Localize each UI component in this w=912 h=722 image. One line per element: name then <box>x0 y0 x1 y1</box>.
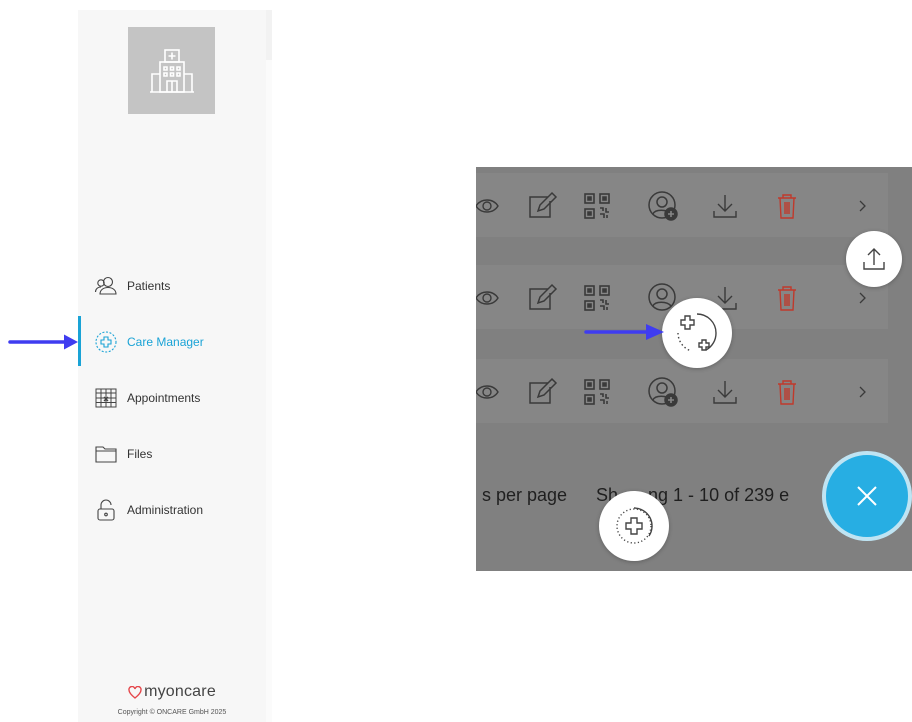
edit-icon[interactable] <box>524 189 558 223</box>
folder-icon <box>94 442 118 466</box>
brand-logo: myoncare <box>78 683 266 704</box>
per-page-label: s per page <box>482 485 568 505</box>
annotation-arrow-icon <box>584 324 664 340</box>
qr-code-icon[interactable] <box>580 189 614 223</box>
screenshot: Patients Care Manager Appointments Files… <box>0 0 912 722</box>
care-manager-icon <box>94 330 118 354</box>
delete-icon[interactable] <box>770 375 804 409</box>
hospital-icon <box>149 48 194 93</box>
care-manager-action-button[interactable] <box>662 298 732 368</box>
sidebar-item-files[interactable]: Files <box>78 426 266 482</box>
care-manager-loading-button[interactable] <box>599 491 669 561</box>
header-notch <box>266 10 272 60</box>
chevron-right-icon[interactable] <box>846 189 880 223</box>
patients-icon <box>94 274 118 298</box>
upload-icon <box>863 248 885 270</box>
care-manager-icon <box>616 507 653 544</box>
sidebar-item-administration[interactable]: Administration <box>78 482 266 538</box>
sidebar-item-label: Patients <box>127 279 171 293</box>
edit-icon[interactable] <box>524 375 558 409</box>
sidebar-item-label: Files <box>127 447 153 461</box>
delete-icon[interactable] <box>770 189 804 223</box>
upload-button[interactable] <box>846 231 902 287</box>
sidebar-item-care-manager[interactable]: Care Manager <box>78 314 266 370</box>
download-icon[interactable] <box>708 189 742 223</box>
copyright-text: Copyright © ONCARE GmbH 2025 <box>117 709 227 716</box>
add-user-icon[interactable] <box>646 189 680 223</box>
sidebar-divider <box>266 10 272 722</box>
table-row <box>476 359 888 423</box>
qr-code-icon[interactable] <box>580 281 614 315</box>
sidebar-nav: Patients Care Manager Appointments Files… <box>78 258 266 538</box>
delete-icon[interactable] <box>770 281 804 315</box>
close-icon <box>857 486 877 506</box>
sidebar-item-label: Care Manager <box>127 335 204 349</box>
sidebar-item-appointments[interactable]: Appointments <box>78 370 266 426</box>
organization-logo <box>128 27 215 114</box>
add-user-icon[interactable] <box>646 375 680 409</box>
calendar-icon <box>94 386 118 410</box>
sidebar-item-patients[interactable]: Patients <box>78 258 266 314</box>
heart-icon <box>128 685 142 699</box>
annotation-arrow-icon <box>8 334 78 350</box>
view-icon[interactable] <box>476 281 504 315</box>
care-manager-icon <box>677 313 717 352</box>
view-icon[interactable] <box>476 189 504 223</box>
brand-name: myoncare <box>144 683 216 700</box>
zoomed-detail-panel: s per page Sh ng 1 - 10 of 239 e <box>476 167 912 571</box>
view-icon[interactable] <box>476 375 504 409</box>
edit-icon[interactable] <box>524 281 558 315</box>
chevron-right-icon[interactable] <box>846 375 880 409</box>
sidebar-item-label: Appointments <box>127 391 201 405</box>
sidebar-item-label: Administration <box>127 503 204 517</box>
qr-code-icon[interactable] <box>580 375 614 409</box>
close-fab-button[interactable] <box>822 451 912 541</box>
lock-icon <box>94 498 118 522</box>
table-row <box>476 173 888 237</box>
download-icon[interactable] <box>708 375 742 409</box>
